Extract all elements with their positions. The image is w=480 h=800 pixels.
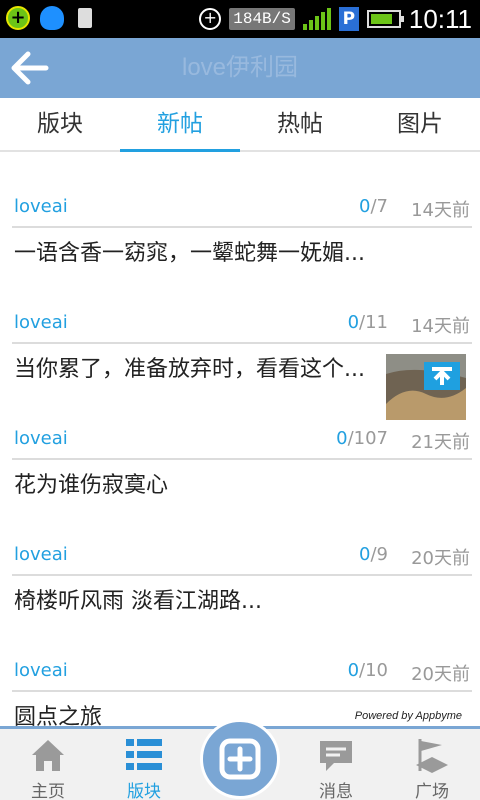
post-author[interactable]: loveai xyxy=(14,312,68,333)
square-flag-icon xyxy=(416,739,448,773)
status-bar: + + 184B/S P 10:11 xyxy=(0,0,480,38)
post-title[interactable]: 一语含香一窈窕，一颦蛇舞一妩媚... xyxy=(14,240,466,268)
post-counts: 0/9 xyxy=(359,544,388,565)
post-time: 20天前 xyxy=(411,548,470,569)
nav-boards[interactable]: 版块 xyxy=(96,735,192,800)
reply-count: 0 xyxy=(336,428,348,449)
p-notification-icon: P xyxy=(338,7,359,31)
view-count: /107 xyxy=(347,428,388,449)
post-meta: loveai 0/7 14天前 xyxy=(12,188,472,228)
qq-icon xyxy=(40,6,64,30)
list-item[interactable]: loveai 0/9 20天前 椅楼听风雨 淡看江湖路... xyxy=(0,500,480,616)
nav-square[interactable]: 广场 xyxy=(384,735,480,800)
view-count: /11 xyxy=(359,312,388,333)
post-author[interactable]: loveai xyxy=(14,196,68,217)
nav-messages-label: 消息 xyxy=(319,782,353,800)
reply-count: 0 xyxy=(359,544,371,565)
post-time: 21天前 xyxy=(411,432,470,453)
post-author[interactable]: loveai xyxy=(14,428,68,449)
post-author[interactable]: loveai xyxy=(14,544,68,565)
post-meta: loveai 0/11 14天前 xyxy=(12,304,472,344)
post-counts: 0/11 xyxy=(348,312,388,333)
post-meta: loveai 0/107 21天前 xyxy=(12,420,472,460)
tab-pictures[interactable]: 图片 xyxy=(360,98,480,150)
tab-bar: 版块 新帖 热帖 图片 xyxy=(0,98,480,152)
nav-messages[interactable]: 消息 xyxy=(288,735,384,800)
post-author[interactable]: loveai xyxy=(14,660,68,681)
list-item[interactable]: loveai 0/11 14天前 当你累了，准备放弃时，看看这个... xyxy=(0,268,480,420)
nav-boards-label: 版块 xyxy=(127,782,161,800)
sd-card-icon xyxy=(78,8,92,28)
app-header: love伊利园 xyxy=(0,38,480,98)
view-count: /9 xyxy=(370,544,388,565)
bottom-nav: 主页 版块 消息 广场 xyxy=(0,719,480,800)
post-time: 14天前 xyxy=(411,200,470,221)
add-post-icon xyxy=(219,738,261,780)
post-counts: 0/7 xyxy=(359,196,388,217)
battery-icon xyxy=(366,10,404,28)
post-title[interactable]: 当你累了，准备放弃时，看看这个... xyxy=(14,356,372,384)
post-time: 20天前 xyxy=(411,664,470,685)
plus-app-icon: + xyxy=(6,6,30,30)
view-count: /7 xyxy=(370,196,388,217)
post-list: loveai 0/7 14天前 一语含香一窈窕，一颦蛇舞一妩媚... lovea… xyxy=(0,152,480,728)
post-time: 14天前 xyxy=(411,316,470,337)
list-icon xyxy=(126,739,162,770)
post-title[interactable]: 椅楼听风雨 淡看江湖路... xyxy=(14,588,466,616)
reply-count: 0 xyxy=(347,312,360,333)
home-icon xyxy=(32,740,64,771)
post-counts: 0/107 xyxy=(336,428,388,449)
post-counts: 0/10 xyxy=(348,660,388,681)
reply-count: 0 xyxy=(359,196,371,217)
post-title[interactable]: 花为谁伤寂寞心 xyxy=(14,472,466,500)
tab-boards[interactable]: 版块 xyxy=(0,98,120,150)
page-title: love伊利园 xyxy=(181,54,299,81)
reply-count: 0 xyxy=(347,660,360,681)
data-sync-icon: + xyxy=(199,8,222,30)
post-meta: loveai 0/9 20天前 xyxy=(12,536,472,576)
post-meta: loveai 0/10 20天前 xyxy=(12,652,472,692)
signal-icon xyxy=(302,8,331,30)
nav-home[interactable]: 主页 xyxy=(0,735,96,800)
net-speed: 184B/S xyxy=(229,8,295,30)
tab-new-posts[interactable]: 新帖 xyxy=(120,98,240,152)
view-count: /10 xyxy=(359,660,388,681)
list-item[interactable]: loveai 0/107 21天前 花为谁伤寂寞心 xyxy=(0,384,480,500)
powered-by-label: Powered by Appbyme xyxy=(354,710,462,722)
tab-hot-posts[interactable]: 热帖 xyxy=(240,98,360,150)
status-time: 10:11 xyxy=(408,3,472,34)
nav-home-label: 主页 xyxy=(31,782,65,800)
add-post-button[interactable] xyxy=(200,719,280,799)
message-icon xyxy=(320,741,352,771)
list-item[interactable]: loveai 0/7 14天前 一语含香一窈窕，一颦蛇舞一妩媚... xyxy=(0,152,480,268)
nav-square-label: 广场 xyxy=(415,782,449,800)
